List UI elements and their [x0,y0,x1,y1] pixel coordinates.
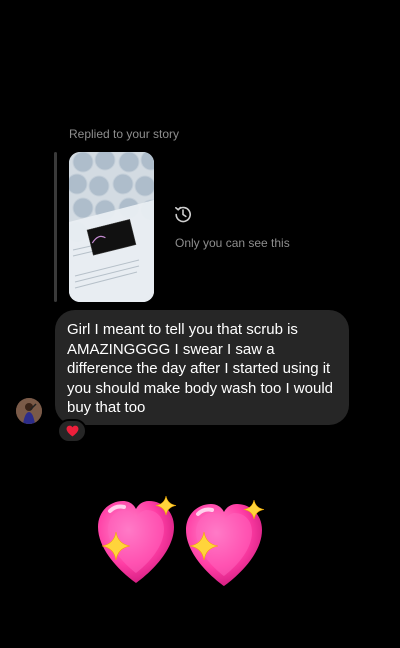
emoji-message[interactable] [94,492,274,587]
history-icon [174,206,191,223]
story-thumbnail[interactable] [69,152,154,302]
message-text: Girl I meant to tell you that scrub is A… [67,321,333,416]
replied-to-story-label: Replied to your story [69,127,180,141]
only-you-can-see-note: Only you can see this [175,236,290,250]
heart-reaction[interactable] [57,419,87,443]
red-heart-icon [66,425,78,437]
sparkling-heart-icon [98,495,265,586]
story-reply-bar [54,152,57,302]
message-bubble[interactable]: Girl I meant to tell you that scrub is A… [55,310,349,425]
sender-avatar[interactable] [16,398,42,424]
